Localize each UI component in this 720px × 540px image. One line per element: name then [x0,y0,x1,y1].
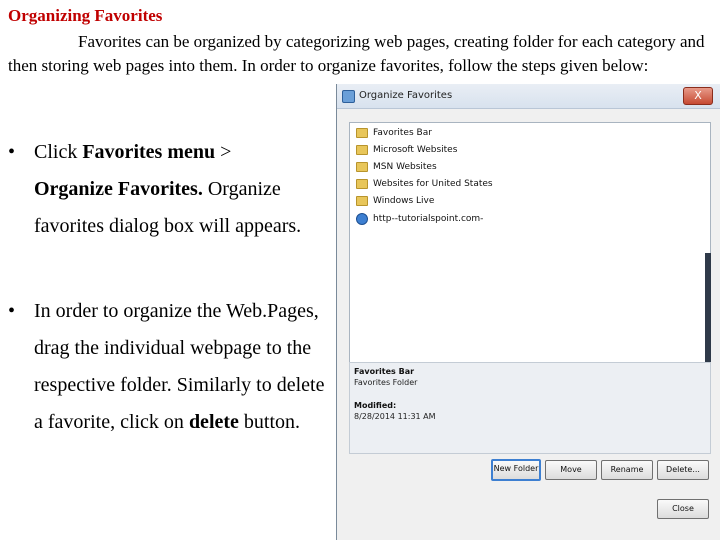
details-type: Favorites Folder [354,378,418,387]
bullet-marker: • [8,141,16,163]
tree-item-label: http--tutorialspoint.com- [373,214,484,224]
bullet-text-part: Click [34,141,83,163]
tree-item-label: MSN Websites [373,162,437,172]
organize-favorites-dialog: Organize Favorites X Favorites Bar Micro… [336,84,720,540]
dialog-titlebar[interactable]: Organize Favorites X [337,84,720,109]
bullet-text-part: button. [238,411,301,433]
bullet-text: Click Favorites menu > Organize Favorite… [34,134,334,245]
folder-icon [356,145,368,155]
tree-item-label: Microsoft Websites [373,145,458,155]
close-button[interactable]: Close [657,499,709,519]
new-folder-button[interactable]: New Folder [491,459,541,481]
tree-item-tutorialspoint[interactable]: http--tutorialspoint.com- [356,213,483,229]
tree-item-websites-united-states[interactable]: Websites for United States [356,179,493,195]
bullet-text-part: > [215,141,232,163]
bullet-bold-organize: Organize Favorites. [34,178,203,200]
bullet-step-2: • In order to organize the Web.Pages, dr… [8,293,328,493]
tree-item-label: Windows Live [373,196,435,206]
bullet-bold-menu: Favorites menu [82,141,216,163]
dialog-title: Organize Favorites [359,90,453,101]
details-modified-label: Modified: [354,401,397,410]
details-name: Favorites Bar [354,367,415,376]
tree-item-label: Websites for United States [373,179,493,189]
intro-paragraph: Favorites can be organized by categorizi… [8,32,705,75]
bullet-bold-delete: delete [188,411,239,433]
tree-item-label: Favorites Bar [373,128,432,138]
delete-button[interactable]: Delete... [657,460,709,480]
folder-icon [356,179,368,189]
tree-item-favorites-bar[interactable]: Favorites Bar [356,128,432,144]
folder-icon [356,128,368,138]
folder-icon [356,196,368,206]
bullet-text: In order to organize the Web.Pages, drag… [34,293,334,441]
page-heading: Organizing Favorites [8,6,163,25]
bullet-marker: • [8,300,16,322]
details-modified-value: 8/28/2014 11:31 AM [354,412,436,421]
bullet-step-1: • Click Favorites menu > Organize Favori… [8,134,328,254]
tree-item-windows-live[interactable]: Windows Live [356,196,434,212]
details-panel: Favorites Bar Favorites Folder Modified:… [349,362,711,454]
tree-item-microsoft-websites[interactable]: Microsoft Websites [356,145,457,161]
tree-scrollbar[interactable] [705,253,711,373]
tree-item-msn-websites[interactable]: MSN Websites [356,162,437,178]
move-button[interactable]: Move [545,460,597,480]
favorites-star-icon [342,90,355,103]
rename-button[interactable]: Rename [601,460,653,480]
folder-icon [356,162,368,172]
close-icon[interactable]: X [683,87,713,105]
ie-page-icon [356,213,368,225]
